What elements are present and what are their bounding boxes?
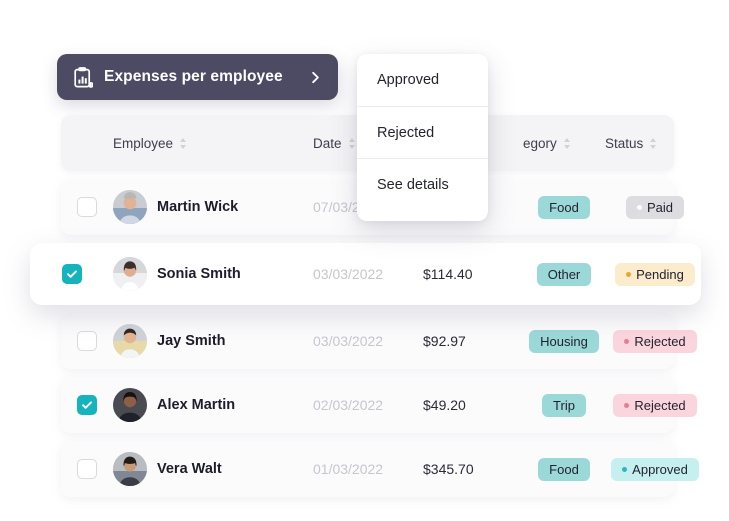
row-checkbox-cell[interactable] xyxy=(61,395,113,415)
row-checkbox-cell[interactable] xyxy=(61,331,113,351)
table-row[interactable]: Vera Walt 01/03/2022 $345.70 Food Approv… xyxy=(61,441,674,497)
status-dot-icon xyxy=(637,205,642,210)
avatar xyxy=(113,257,147,291)
date-cell: 02/03/2022 xyxy=(313,397,423,413)
column-header-category[interactable]: egory xyxy=(523,136,605,151)
row-checkbox[interactable] xyxy=(77,197,97,217)
employee-cell: Sonia Smith xyxy=(113,257,313,291)
table-row[interactable]: Jay Smith 03/03/2022 $92.97 Housing Reje… xyxy=(61,313,674,369)
amount-cell: $49.20 xyxy=(423,397,523,413)
category-badge: Other xyxy=(537,263,592,286)
avatar xyxy=(113,452,147,486)
column-header-status-label: Status xyxy=(605,136,643,151)
status-badge: Pending xyxy=(615,263,695,286)
employee-cell: Alex Martin xyxy=(113,388,313,422)
category-cell: Food xyxy=(523,458,605,481)
status-cell: Pending xyxy=(605,263,705,286)
status-cell: Rejected xyxy=(605,330,705,353)
employee-cell: Martin Wick xyxy=(113,190,313,224)
status-badge: Paid xyxy=(626,196,684,219)
context-dropdown-menu[interactable]: Approved Rejected See details xyxy=(357,54,488,221)
status-badge: Rejected xyxy=(613,394,696,417)
category-badge: Food xyxy=(538,196,590,219)
status-cell: Rejected xyxy=(605,394,705,417)
table-row-selected[interactable]: Sonia Smith 03/03/2022 $114.40 Other Pen… xyxy=(30,243,701,305)
amount-cell: $114.40 xyxy=(423,266,523,282)
date-cell: 03/03/2022 xyxy=(313,266,423,282)
date-cell: 01/03/2022 xyxy=(313,461,423,477)
category-cell: Housing xyxy=(523,330,605,353)
employee-name: Jay Smith xyxy=(157,333,226,349)
avatar xyxy=(113,324,147,358)
amount-cell: $345.70 xyxy=(423,461,523,477)
column-header-status[interactable]: Status xyxy=(605,136,705,151)
amount-cell: $92.97 xyxy=(423,333,523,349)
employee-cell: Jay Smith xyxy=(113,324,313,358)
row-checkbox[interactable] xyxy=(77,459,97,479)
status-dot-icon xyxy=(624,403,629,408)
status-label: Rejected xyxy=(634,398,685,413)
status-label: Paid xyxy=(647,200,673,215)
row-checkbox-cell[interactable] xyxy=(61,459,113,479)
sort-icon[interactable] xyxy=(649,138,657,149)
row-checkbox[interactable] xyxy=(77,395,97,415)
column-header-employee-label: Employee xyxy=(113,136,173,151)
avatar xyxy=(113,190,147,224)
category-badge: Trip xyxy=(542,394,586,417)
category-cell: Food xyxy=(523,196,605,219)
status-label: Approved xyxy=(632,462,688,477)
table-row[interactable]: Alex Martin 02/03/2022 $49.20 Trip Rejec… xyxy=(61,377,674,433)
status-cell: Approved xyxy=(605,458,705,481)
status-badge: Approved xyxy=(611,458,699,481)
expenses-per-employee-button[interactable]: Expenses per employee xyxy=(57,54,338,100)
category-cell: Trip xyxy=(523,394,605,417)
expenses-table-widget: Expenses per employee Employee Date xyxy=(0,0,729,521)
page-title: Expenses per employee xyxy=(104,68,297,86)
employee-name: Martin Wick xyxy=(157,199,238,215)
menu-item-approved[interactable]: Approved xyxy=(357,54,488,106)
sort-icon[interactable] xyxy=(179,138,187,149)
row-checkbox-cell[interactable] xyxy=(61,197,113,217)
clipboard-chart-icon xyxy=(74,67,93,88)
status-dot-icon xyxy=(626,272,631,277)
menu-bottom-padding xyxy=(357,210,488,221)
employee-name: Alex Martin xyxy=(157,397,235,413)
date-cell: 03/03/2022 xyxy=(313,333,423,349)
column-header-employee[interactable]: Employee xyxy=(113,136,313,151)
category-badge: Food xyxy=(538,458,590,481)
sort-icon[interactable] xyxy=(348,138,356,149)
category-cell: Other xyxy=(523,263,605,286)
row-checkbox[interactable] xyxy=(62,264,82,284)
employee-name: Sonia Smith xyxy=(157,266,241,282)
status-dot-icon xyxy=(622,467,627,472)
status-cell: Paid xyxy=(605,196,705,219)
chevron-right-icon[interactable] xyxy=(308,70,323,85)
status-label: Pending xyxy=(636,267,684,282)
avatar xyxy=(113,388,147,422)
employee-cell: Vera Walt xyxy=(113,452,313,486)
status-dot-icon xyxy=(624,339,629,344)
menu-item-rejected[interactable]: Rejected xyxy=(357,106,488,158)
sort-icon[interactable] xyxy=(563,138,571,149)
status-badge: Rejected xyxy=(613,330,696,353)
column-header-category-label: egory xyxy=(523,136,557,151)
status-label: Rejected xyxy=(634,334,685,349)
column-header-date-label: Date xyxy=(313,136,342,151)
row-checkbox[interactable] xyxy=(77,331,97,351)
menu-item-see-details[interactable]: See details xyxy=(357,158,488,210)
employee-name: Vera Walt xyxy=(157,461,222,477)
row-checkbox-cell[interactable] xyxy=(30,264,113,284)
category-badge: Housing xyxy=(529,330,599,353)
